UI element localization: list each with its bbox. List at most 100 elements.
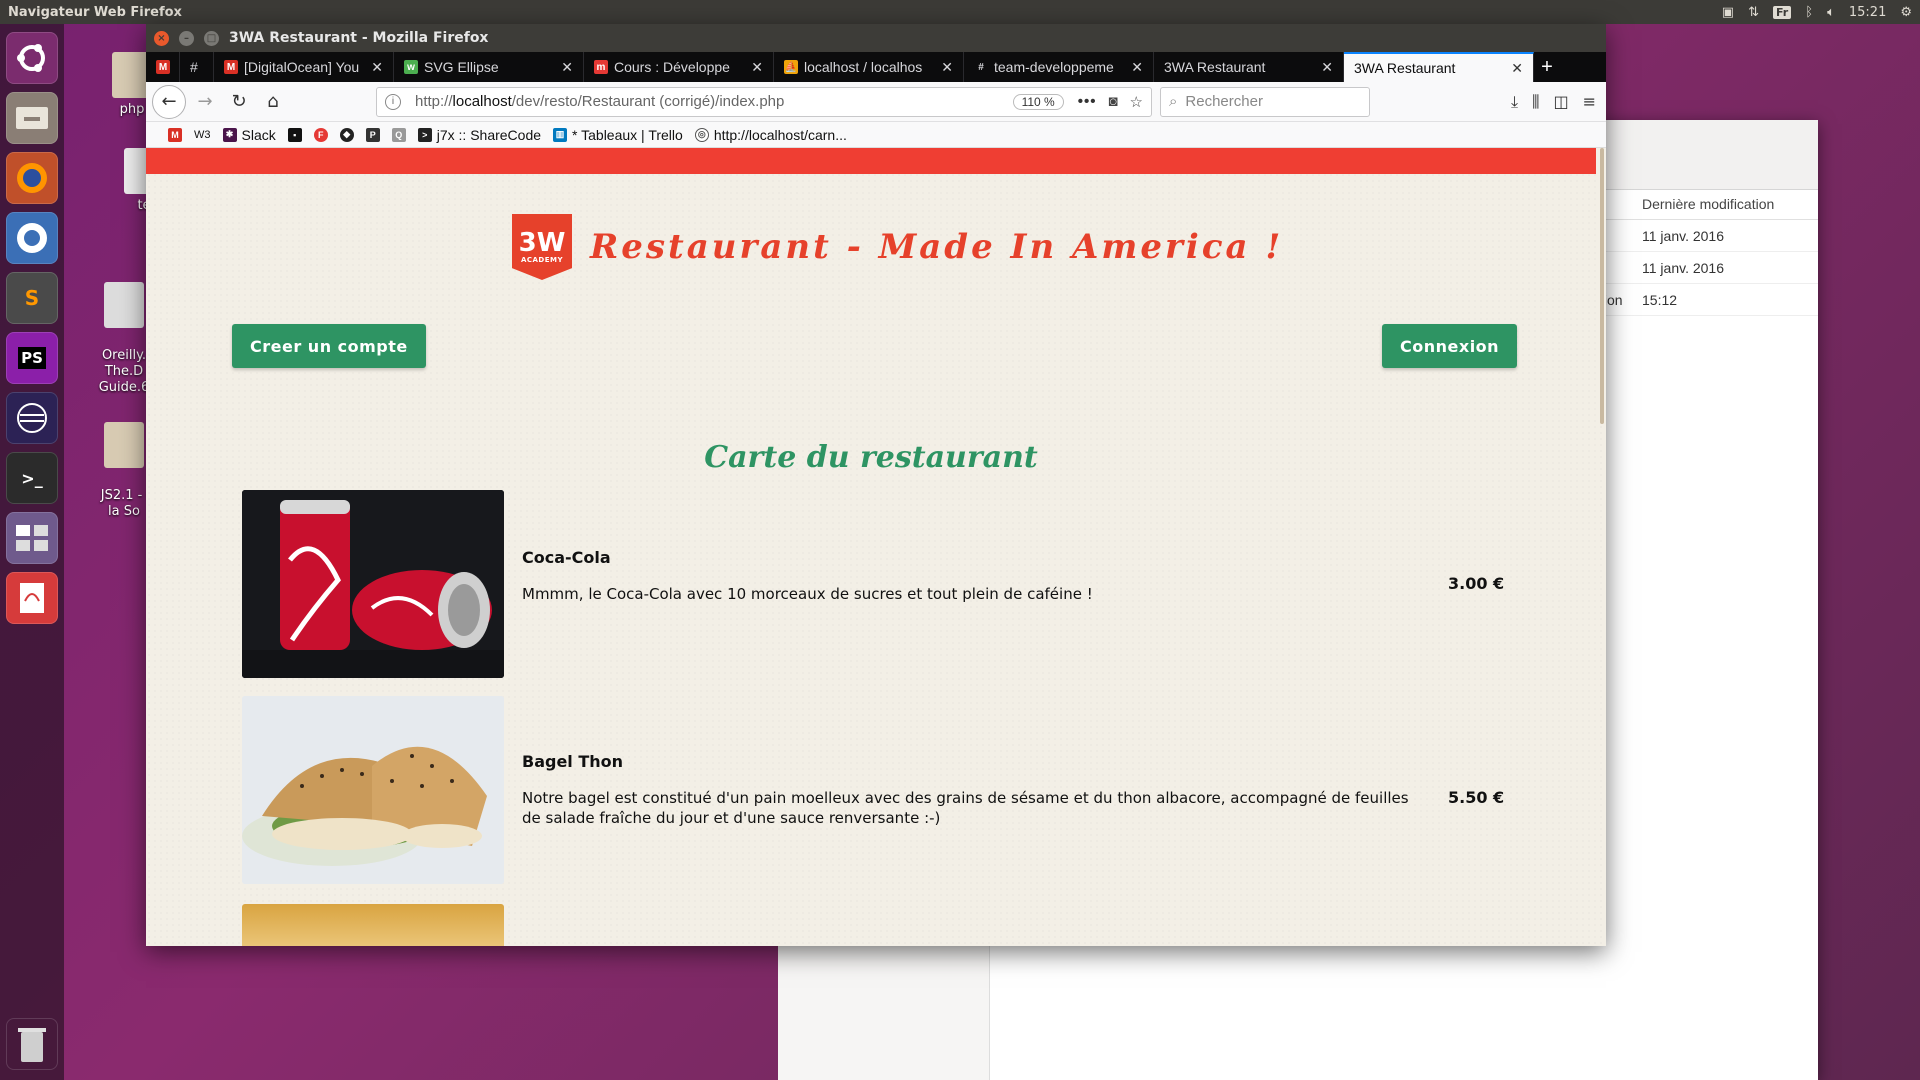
search-input[interactable]: ⌕ Rechercher [1160,86,1370,117]
item-name: Bagel Thon [522,752,624,771]
tab-bar: M # M [DigitalOcean] You ✕ w SVG Ellipse… [146,52,1606,82]
bookmarks-toolbar: M W3 ✱ Slack ▪ F ◆ P Q > j7x :: ShareCode … [146,122,1606,148]
tab-phpmyadmin[interactable]: ⛵ localhost / localhos ✕ [774,52,964,82]
trash-icon[interactable] [6,1018,58,1070]
bookmark-icon-1[interactable]: ▪ [287,127,302,142]
tab-digitalocean[interactable]: M [DigitalOcean] You ✕ [214,52,394,82]
close-icon[interactable]: ✕ [1511,60,1523,77]
item-price: 3.00 € [1448,574,1505,593]
files-icon[interactable] [6,92,58,144]
sublime-text-icon[interactable]: S [6,272,58,324]
header-red-band [146,148,1596,174]
workspace-switcher-icon[interactable] [6,512,58,564]
search-icon: ⌕ [1169,93,1178,110]
tab-team-developpement[interactable]: # team-developpeme ✕ [964,52,1154,82]
close-icon[interactable]: ✕ [1321,59,1333,76]
bookmark-icon-4[interactable]: P [365,127,380,142]
page-actions-icon[interactable]: ••• [1078,93,1097,110]
clock[interactable]: 15:21 [1849,5,1886,20]
tab-3wa-restaurant[interactable]: 3WA Restaurant ✕ [1154,52,1344,82]
zoom-indicator[interactable]: 110 % [1012,93,1064,110]
tab-gmail-pinned[interactable]: M [146,52,180,82]
bluetooth-icon[interactable]: ᛒ [1805,5,1813,20]
pocket-icon[interactable]: ◙ [1108,93,1117,110]
bookmark-star-icon[interactable]: ☆ [1130,93,1143,111]
bookmark-f-icon: F [313,127,328,142]
firefox-window: × – □ 3WA Restaurant - Mozilla Firefox M… [146,24,1606,946]
menu-item [242,904,1506,946]
toolbar-right: ⤓ ⫼ ◫ ≡ [1511,92,1596,112]
bookmark-gmail[interactable]: M [168,127,182,142]
bookmark-icon-2[interactable]: F [313,127,328,142]
background-window-body [990,946,1818,1080]
forward-button[interactable]: → [190,87,220,117]
navigation-toolbar: ← → ↻ ⌂ i http://localhost/dev/resto/Res… [146,82,1606,122]
download-icon[interactable]: ⤓ [1511,92,1518,112]
openclassrooms-icon: m [594,60,608,74]
folder-icon [104,422,144,468]
volume-icon[interactable]: 🔈︎ [1827,5,1835,20]
window-minimize-button[interactable]: – [179,30,194,46]
bookmark-p-icon: P [365,127,380,142]
close-icon[interactable]: ✕ [751,59,763,76]
bookmark-icon-5[interactable]: Q [391,127,406,142]
bookmark-icon-3[interactable]: ◆ [339,127,354,142]
site-header: 3W ACADEMY Restaurant - Made In America … [512,214,1283,280]
item-price: 5.50 € [1448,788,1505,807]
login-button[interactable]: Connexion [1382,324,1518,368]
bookmark-localhost-carn[interactable]: ◎ http://localhost/carn... [694,127,847,143]
close-icon[interactable]: ✕ [371,59,383,76]
globe-icon: ◎ [694,127,709,142]
firefox-icon[interactable] [6,152,58,204]
site-title: Restaurant - Made In America ! [590,227,1284,267]
slack-hash-icon: # [978,61,984,73]
w3schools-icon: w [404,60,418,74]
gmail-icon: M [156,60,170,74]
window-close-button[interactable]: × [154,30,169,46]
bookmark-slack[interactable]: ✱ Slack [222,127,276,143]
chromium-icon[interactable] [6,212,58,264]
keyboard-layout[interactable]: Fr [1773,5,1792,19]
bookmark-black-icon: ▪ [287,127,302,142]
tab-cours[interactable]: m Cours : Développe ✕ [584,52,774,82]
close-icon[interactable]: ✕ [941,59,953,76]
gear-icon[interactable]: ⚙ [1900,5,1912,20]
menu-item: Bagel Thon Notre bagel est constitué d'u… [242,696,1506,884]
screen-icon[interactable]: ▣ [1722,5,1734,20]
3w-academy-logo[interactable]: 3W ACADEMY [512,214,572,280]
background-window-sidebar [778,946,990,1080]
phpstorm-icon[interactable]: PS [6,332,58,384]
page-scrollbar[interactable] [1600,148,1604,424]
close-icon[interactable]: ✕ [1131,59,1143,76]
tab-3wa-restaurant-active[interactable]: 3WA Restaurant ✕ [1344,52,1534,82]
slack-icon: ✱ [222,127,237,142]
window-maximize-button[interactable]: □ [204,30,219,46]
network-icon[interactable]: ⇅ [1748,5,1759,20]
bagel-photo [242,696,504,884]
tab-hash-pinned[interactable]: # [180,52,214,82]
info-icon[interactable]: i [385,93,401,110]
back-button[interactable]: ← [152,84,186,119]
window-title: 3WA Restaurant - Mozilla Firefox [229,30,489,46]
sidebar-icon[interactable]: ◫ [1553,92,1568,112]
tab-svg-ellipse[interactable]: w SVG Ellipse ✕ [394,52,584,82]
ubuntu-dash-icon[interactable] [6,32,58,84]
item-description: Mmmm, le Coca-Cola avec 10 morceaux de s… [522,585,1093,603]
bookmark-sharecode[interactable]: > j7x :: ShareCode [417,127,541,143]
url-bar[interactable]: i http://localhost/dev/resto/Restaurant … [376,86,1152,117]
document-viewer-icon[interactable] [6,572,58,624]
eclipse-icon[interactable] [6,392,58,444]
bookmark-w3[interactable]: W3 [194,129,211,141]
menu-title: Carte du restaurant [704,440,1038,475]
new-tab-button[interactable]: + [1534,52,1560,82]
close-icon[interactable]: ✕ [561,59,573,76]
home-button[interactable]: ⌂ [258,87,288,117]
terminal-icon[interactable]: >_ [6,452,58,504]
reload-button[interactable]: ↻ [224,87,254,117]
active-app-title: Navigateur Web Firefox [8,4,182,20]
bookmark-trello[interactable]: ▥ * Tableaux | Trello [553,127,683,143]
library-icon[interactable]: ⫼ [1532,92,1539,112]
hamburger-menu-icon[interactable]: ≡ [1583,92,1596,112]
system-tray: ▣ ⇅ Fr ᛒ 🔈︎ 15:21 ⚙ [1722,5,1912,20]
create-account-button[interactable]: Creer un compte [232,324,426,368]
